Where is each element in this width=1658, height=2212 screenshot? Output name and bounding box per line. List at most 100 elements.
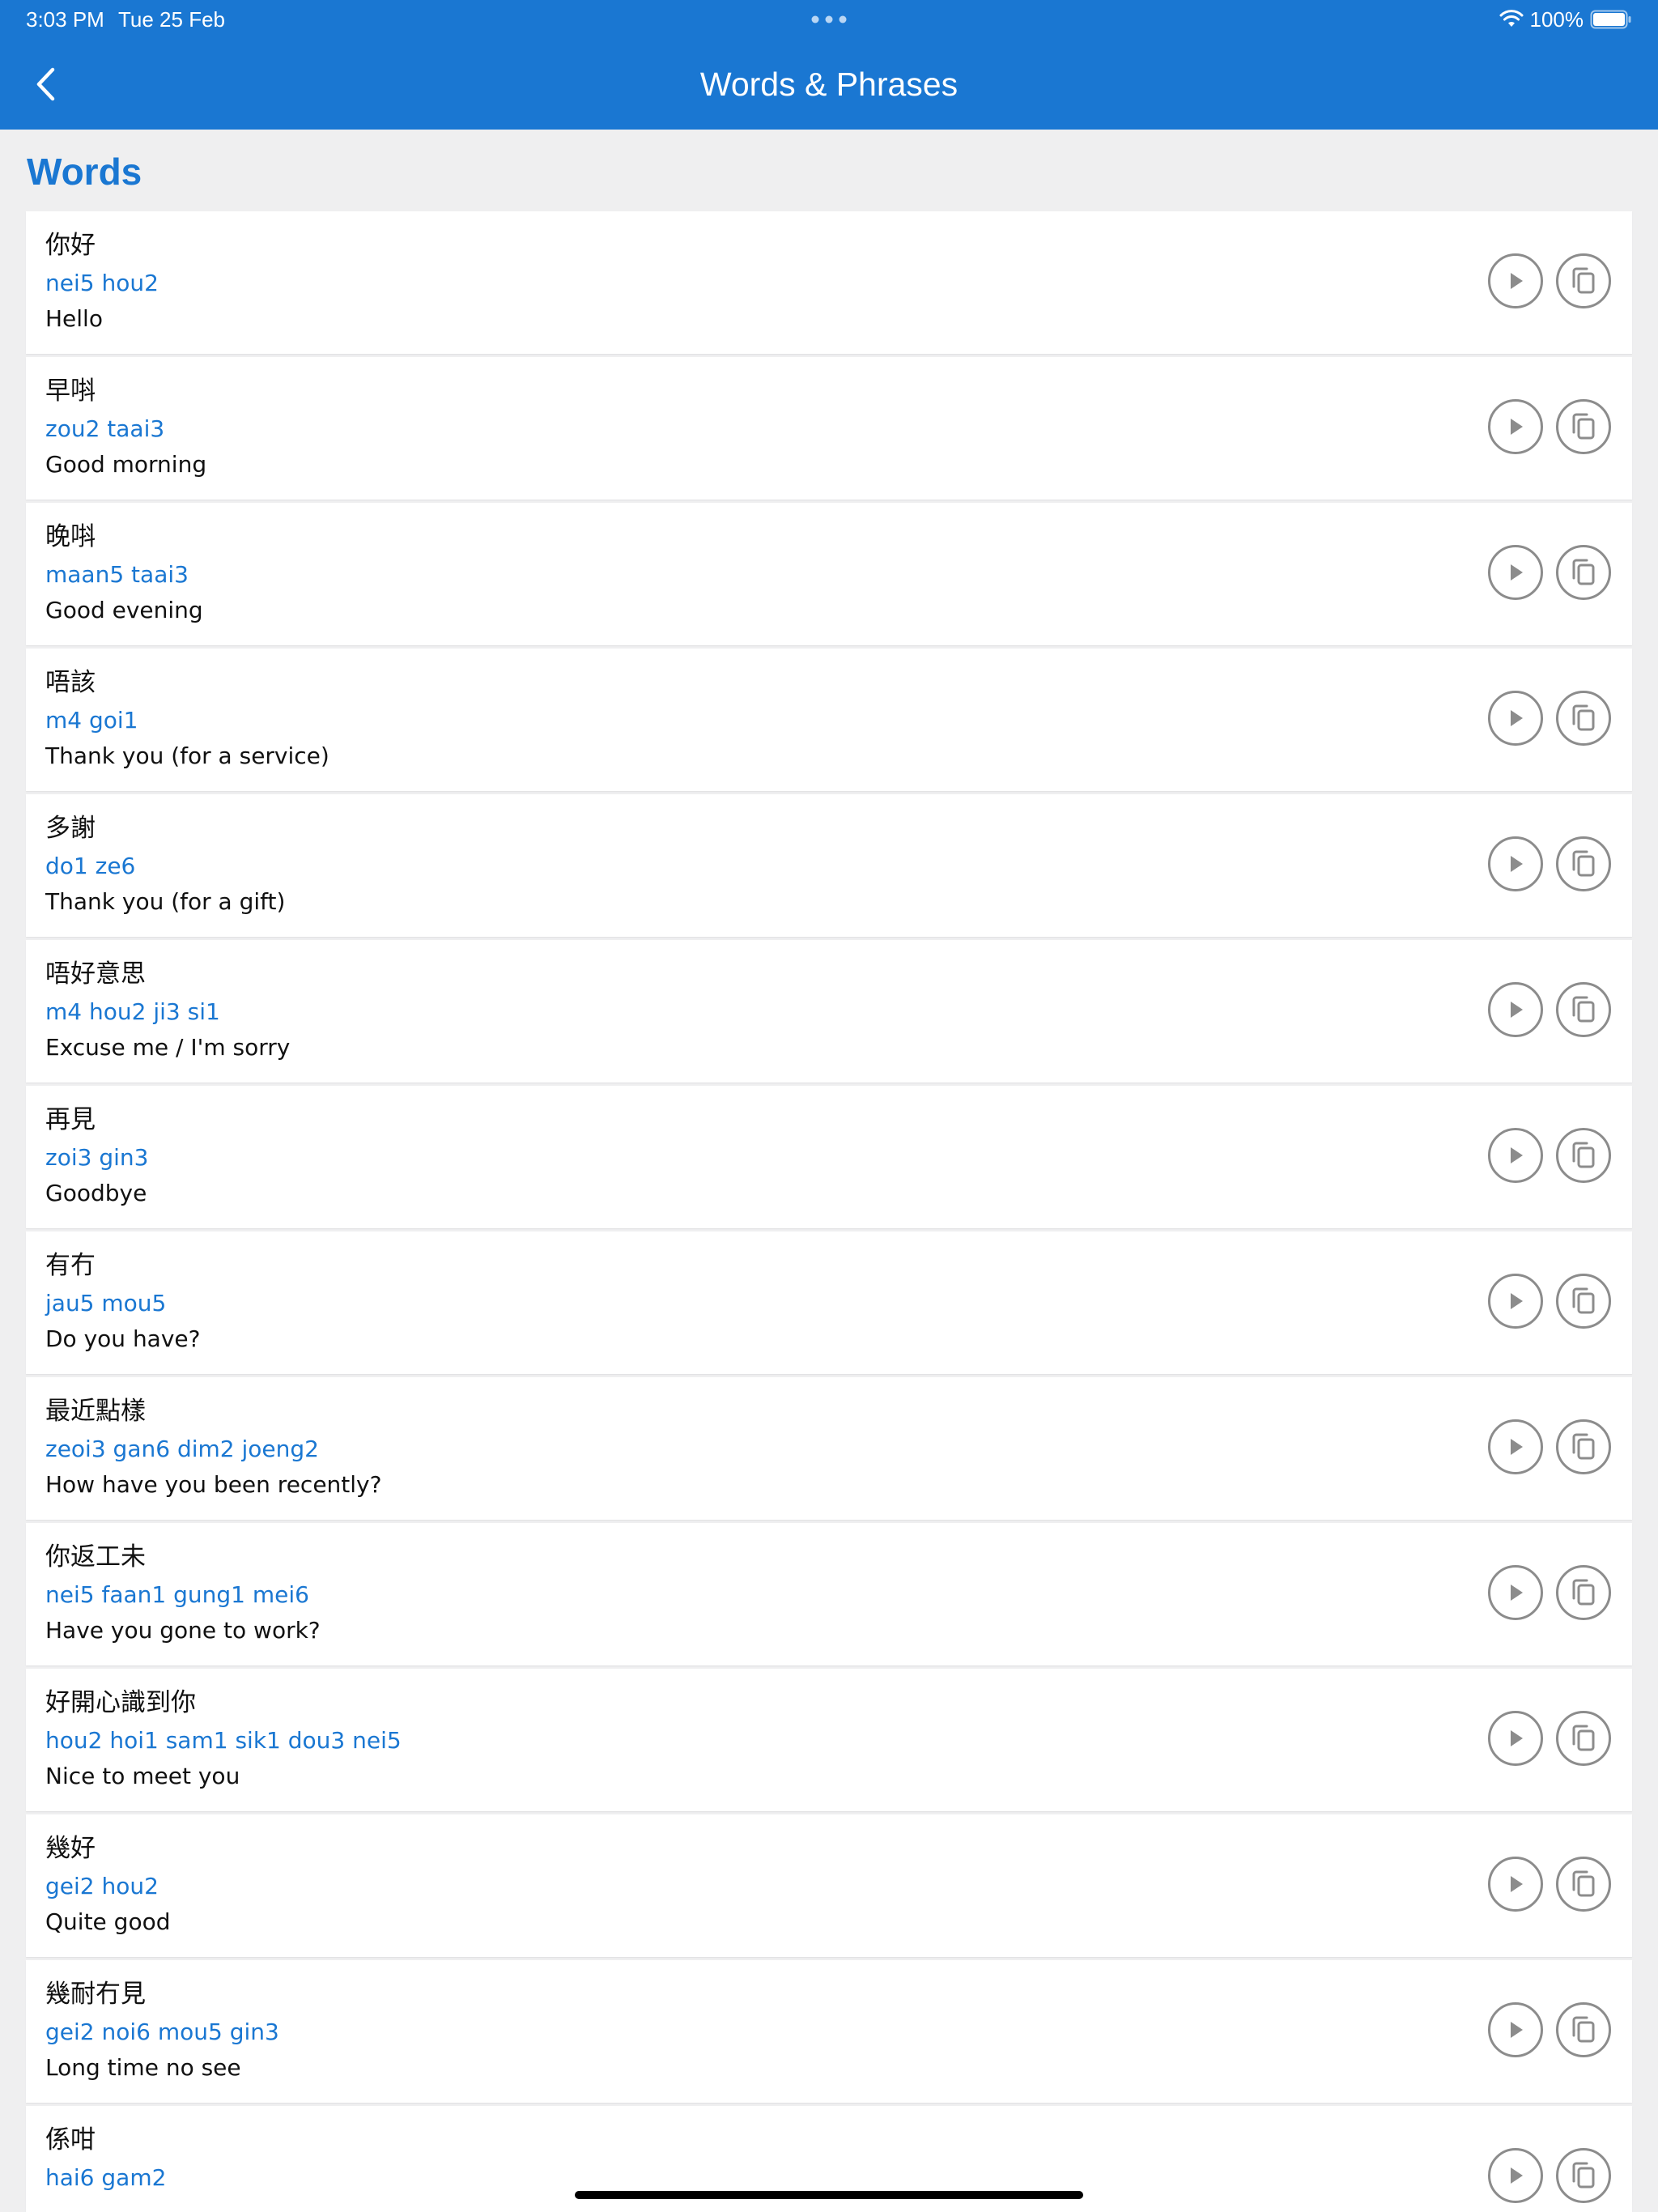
play-icon xyxy=(1511,1002,1523,1018)
word-card[interactable]: 晚唞 maan5 taai3 Good evening xyxy=(26,503,1632,645)
play-icon xyxy=(1511,1439,1523,1455)
copy-button[interactable] xyxy=(1556,836,1611,891)
word-jyutping: hou2 hoi1 sam1 sik1 dou3 nei5 xyxy=(45,1727,402,1754)
play-audio-button[interactable] xyxy=(1488,1857,1543,1912)
word-jyutping: m4 goi1 xyxy=(45,707,138,734)
word-meaning: Goodbye xyxy=(45,1180,147,1206)
word-jyutping: zoi3 gin3 xyxy=(45,1144,149,1171)
word-jyutping: hai6 gam2 xyxy=(45,2164,167,2191)
word-card[interactable]: 你好 nei5 hou2 Hello xyxy=(26,211,1632,354)
word-jyutping: maan5 taai3 xyxy=(45,561,189,588)
word-meaning: Nice to meet you xyxy=(45,1763,240,1789)
play-audio-button[interactable] xyxy=(1488,2148,1543,2203)
copy-button[interactable] xyxy=(1556,691,1611,746)
word-card[interactable]: 唔該 m4 goi1 Thank you (for a service) xyxy=(26,649,1632,791)
word-card[interactable]: 早唞 zou2 taai3 Good morning xyxy=(26,357,1632,500)
play-icon xyxy=(1511,273,1523,289)
play-audio-button[interactable] xyxy=(1488,1274,1543,1329)
copy-icon xyxy=(1572,1579,1595,1606)
word-card[interactable]: 唔好意思 m4 hou2 ji3 si1 Excuse me / I'm sorry xyxy=(26,940,1632,1083)
word-jyutping: nei5 hou2 xyxy=(45,270,159,296)
word-card[interactable]: 幾耐冇見 gei2 noi6 mou5 gin3 Long time no see xyxy=(26,1960,1632,2103)
play-icon xyxy=(1511,564,1523,581)
word-hanzi: 多謝 xyxy=(45,814,96,843)
copy-button[interactable] xyxy=(1556,2002,1611,2057)
copy-button[interactable] xyxy=(1556,2148,1611,2203)
word-card[interactable]: 最近點樣 zeoi3 gan6 dim2 joeng2 How have you b… xyxy=(26,1377,1632,1520)
copy-button[interactable] xyxy=(1556,1857,1611,1912)
word-card[interactable]: 幾好 gei2 hou2 Quite good xyxy=(26,1814,1632,1957)
word-meaning: Good morning xyxy=(45,451,207,478)
word-jyutping: gei2 noi6 mou5 gin3 xyxy=(45,2018,279,2045)
word-hanzi: 再見 xyxy=(45,1105,96,1134)
play-icon xyxy=(1511,1876,1523,1892)
word-jyutping: m4 hou2 ji3 si1 xyxy=(45,998,220,1025)
word-hanzi: 晚唞 xyxy=(45,522,96,551)
play-audio-button[interactable] xyxy=(1488,1565,1543,1620)
play-audio-button[interactable] xyxy=(1488,691,1543,746)
word-hanzi: 好開心識到你 xyxy=(45,1688,196,1717)
word-card[interactable]: 有冇 jau5 mou5 Do you have? xyxy=(26,1231,1632,1374)
word-meaning: Quite good xyxy=(45,1908,171,1935)
copy-button[interactable] xyxy=(1556,1711,1611,1766)
copy-button[interactable] xyxy=(1556,1274,1611,1329)
word-meaning: Have you gone to work? xyxy=(45,1617,321,1644)
word-list: 你好 nei5 hou2 Hello 早唞 zou2 taai3 Good morning… xyxy=(26,211,1632,2212)
word-hanzi: 最近點樣 xyxy=(45,1397,146,1426)
word-card[interactable]: 你返工未 nei5 faan1 gung1 mei6 Have you gone t… xyxy=(26,1523,1632,1665)
copy-button[interactable] xyxy=(1556,1128,1611,1183)
copy-button[interactable] xyxy=(1556,545,1611,600)
wifi-icon xyxy=(1499,10,1523,27)
copy-icon xyxy=(1572,704,1595,731)
copy-icon xyxy=(1572,413,1595,440)
copy-icon xyxy=(1572,1725,1595,1751)
word-meaning: How have you been recently? xyxy=(45,1471,382,1498)
copy-icon xyxy=(1572,267,1595,294)
word-hanzi: 早唞 xyxy=(45,376,96,406)
word-meaning: Good evening xyxy=(45,597,203,623)
word-meaning: Do you have? xyxy=(45,1325,201,1352)
copy-icon xyxy=(1572,850,1595,877)
status-indicators: 100% xyxy=(1499,5,1633,34)
play-audio-button[interactable] xyxy=(1488,2002,1543,2057)
word-hanzi: 你返工未 xyxy=(45,1542,146,1572)
section-title-words: Words xyxy=(27,151,142,193)
play-icon xyxy=(1511,856,1523,872)
copy-icon xyxy=(1572,2016,1595,2043)
copy-button[interactable] xyxy=(1556,982,1611,1037)
word-hanzi: 幾耐冇見 xyxy=(45,1980,146,2009)
play-icon xyxy=(1511,710,1523,726)
play-audio-button[interactable] xyxy=(1488,1419,1543,1474)
play-audio-button[interactable] xyxy=(1488,399,1543,454)
status-date: Tue 25 Feb xyxy=(118,7,226,32)
play-audio-button[interactable] xyxy=(1488,836,1543,891)
copy-button[interactable] xyxy=(1556,253,1611,308)
play-icon xyxy=(1511,1293,1523,1309)
play-icon xyxy=(1511,2167,1523,2184)
home-indicator[interactable] xyxy=(575,2191,1083,2199)
top-bar: 3:03 PM Tue 25 Feb 100% Words & Phrases xyxy=(0,0,1658,130)
play-audio-button[interactable] xyxy=(1488,982,1543,1037)
app-screen: 3:03 PM Tue 25 Feb 100% Words & Phrases … xyxy=(0,0,1658,2212)
multitasking-dots-icon[interactable] xyxy=(811,15,847,23)
play-audio-button[interactable] xyxy=(1488,545,1543,600)
play-audio-button[interactable] xyxy=(1488,1128,1543,1183)
copy-button[interactable] xyxy=(1556,1565,1611,1620)
play-audio-button[interactable] xyxy=(1488,1711,1543,1766)
word-hanzi: 係咁 xyxy=(45,2125,96,2155)
play-audio-button[interactable] xyxy=(1488,253,1543,308)
word-meaning: Thank you (for a gift) xyxy=(45,888,286,915)
copy-button[interactable] xyxy=(1556,1419,1611,1474)
copy-icon xyxy=(1572,1287,1595,1314)
word-card[interactable]: 好開心識到你 hou2 hoi1 sam1 sik1 dou3 nei5 Nice … xyxy=(26,1669,1632,1811)
copy-button[interactable] xyxy=(1556,399,1611,454)
word-jyutping: jau5 mou5 xyxy=(45,1290,167,1317)
word-hanzi: 唔該 xyxy=(45,668,96,697)
word-card[interactable]: 再見 zoi3 gin3 Goodbye xyxy=(26,1086,1632,1228)
play-icon xyxy=(1511,1585,1523,1601)
word-card[interactable]: 多謝 do1 ze6 Thank you (for a gift) xyxy=(26,794,1632,937)
word-hanzi: 唔好意思 xyxy=(45,959,146,989)
play-icon xyxy=(1511,1147,1523,1163)
page-title: Words & Phrases xyxy=(699,66,959,103)
battery-icon xyxy=(1590,10,1631,29)
